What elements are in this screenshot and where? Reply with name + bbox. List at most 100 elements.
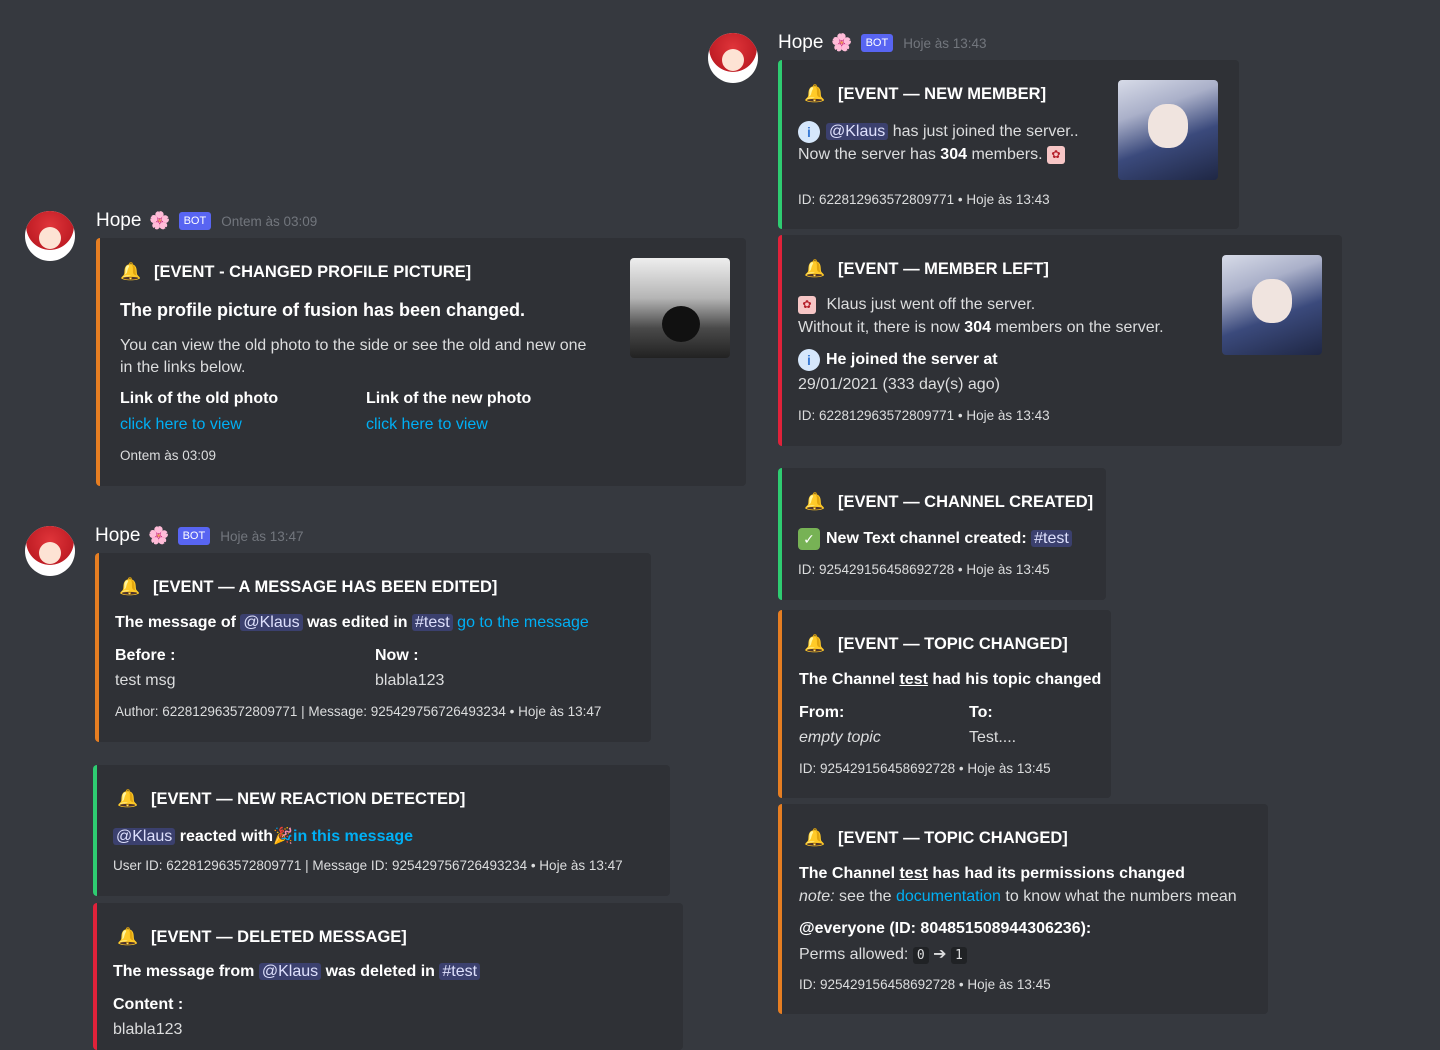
embed-line: The message from @Klaus was deleted in #… <box>113 963 481 981</box>
embed-line: @Klaus reacted with🎉in this message <box>113 826 413 846</box>
embed-title: 🔔 [EVENT — A MESSAGE HAS BEEN EDITED] <box>119 577 498 596</box>
username[interactable]: Hope <box>95 525 140 547</box>
field-name: To: <box>969 704 993 721</box>
bell-icon: 🔔 <box>119 577 141 596</box>
member-icon: ✿ <box>1047 146 1066 164</box>
timestamp: Ontem às 03:09 <box>221 213 318 229</box>
embed-footer: Ontem às 03:09 <box>120 448 217 463</box>
channel-mention[interactable]: #test <box>1031 530 1072 548</box>
embed-deleted-message: 🔔 [EVENT — DELETED MESSAGE] The message f… <box>93 903 683 1050</box>
message-header: Hope 🌸 BOT Ontem às 03:09 <box>96 210 317 232</box>
embed-line: i @Klaus has just joined the server.. <box>798 121 1079 143</box>
embed-title: 🔔 [EVENT — NEW MEMBER] <box>804 84 1047 103</box>
timestamp: Hoje às 13:43 <box>903 35 987 51</box>
embed-message-edited: 🔔 [EVENT — A MESSAGE HAS BEEN EDITED] The… <box>95 553 651 742</box>
bot-badge: BOT <box>177 527 211 545</box>
embed-line: The Channel test had his topic changed <box>799 671 1102 688</box>
embed-title: 🔔 [EVENT — NEW REACTION DETECTED] <box>117 789 466 808</box>
username[interactable]: Hope <box>778 32 823 54</box>
field-value: blabla123 <box>375 672 445 689</box>
user-mention[interactable]: @Klaus <box>113 828 176 845</box>
field-value: test msg <box>115 672 176 689</box>
bot-avatar[interactable] <box>25 526 75 576</box>
message-header: Hope 🌸 BOT Hoje às 13:43 <box>778 32 987 54</box>
bell-icon: 🔔 <box>804 828 826 847</box>
embed-line: Now the server has 304 members. ✿ <box>798 146 1071 164</box>
user-mention[interactable]: @Klaus <box>240 614 303 631</box>
embed-title: 🔔 [EVENT - CHANGED PROFILE PICTURE] <box>120 262 472 281</box>
new-photo-link[interactable]: click here to view <box>366 416 488 434</box>
embed-footer: ID: 925429156458692728 • Hoje às 13:45 <box>799 977 1051 992</box>
field-name: i He joined the server at <box>798 349 998 371</box>
bell-icon: 🔔 <box>117 927 139 946</box>
field-name: Content : <box>113 996 184 1013</box>
embed-title: 🔔 [EVENT — TOPIC CHANGED] <box>804 634 1068 653</box>
field-name: From: <box>799 704 845 721</box>
embed-footer: User ID: 622812963572809771 | Message ID… <box>113 858 623 873</box>
embed-title: 🔔 [EVENT — DELETED MESSAGE] <box>117 927 407 946</box>
field-value: Test.... <box>969 729 1017 746</box>
username[interactable]: Hope <box>96 210 141 232</box>
flower-icon: 🌸 <box>149 211 171 230</box>
field-name: Link of the new photo <box>366 390 532 407</box>
embed-member-left: 🔔 [EVENT — MEMBER LEFT] ✿ Klaus just went… <box>778 235 1342 446</box>
embed-profile-picture: 🔔 [EVENT - CHANGED PROFILE PICTURE] The p… <box>96 238 746 486</box>
bell-icon: 🔔 <box>804 84 826 103</box>
field-value: Perms allowed: 0 ➔ 1 <box>799 944 967 964</box>
embed-title: 🔔 [EVENT — MEMBER LEFT] <box>804 259 1049 278</box>
flower-icon: 🌸 <box>148 526 170 545</box>
info-icon: i <box>798 121 820 143</box>
user-mention[interactable]: @Klaus <box>258 963 322 980</box>
embed-line: Without it, there is now 304 members on … <box>798 319 1164 336</box>
bell-icon: 🔔 <box>120 262 142 281</box>
embed-line: ✿ Klaus just went off the server. <box>798 296 1035 314</box>
field-name: Now : <box>375 647 419 664</box>
bot-badge: BOT <box>178 212 212 230</box>
bell-icon: 🔔 <box>804 634 826 653</box>
embed-permissions-changed: 🔔 [EVENT — TOPIC CHANGED] The Channel tes… <box>778 804 1268 1014</box>
embed-footer: Author: 622812963572809771 | Message: 92… <box>115 704 602 719</box>
field-value: 29/01/2021 (333 day(s) ago) <box>798 376 1000 393</box>
embed-topic-changed: 🔔 [EVENT — TOPIC CHANGED] The Channel tes… <box>778 610 1111 798</box>
message-header: Hope 🌸 BOT Hoje às 13:47 <box>95 525 304 547</box>
embed-footer: ID: 622812963572809771 • Hoje às 13:43 <box>798 408 1050 423</box>
user-thumbnail[interactable] <box>1222 255 1322 355</box>
flower-icon: 🌸 <box>831 33 853 52</box>
sad-icon: ✿ <box>798 296 816 314</box>
embed-title: 🔔 [EVENT — TOPIC CHANGED] <box>804 828 1068 847</box>
documentation-link[interactable]: documentation <box>896 888 1001 905</box>
old-photo-link[interactable]: click here to view <box>120 416 242 434</box>
bot-avatar[interactable] <box>25 211 75 261</box>
info-icon: i <box>798 349 820 371</box>
channel-mention[interactable]: #test <box>439 963 481 980</box>
embed-line: The Channel test has had its permissions… <box>799 865 1185 882</box>
old-photo-thumbnail[interactable] <box>630 258 730 358</box>
field-value: empty topic <box>799 729 881 746</box>
arrow-icon: ➔ <box>933 946 947 963</box>
bot-badge: BOT <box>860 34 894 52</box>
field-name: @everyone (ID: 804851508944306236): <box>799 920 1092 937</box>
user-thumbnail[interactable] <box>1118 80 1218 180</box>
embed-footer: ID: 925429156458692728 • Hoje às 13:45 <box>799 761 1051 776</box>
timestamp: Hoje às 13:47 <box>220 528 304 544</box>
embed-description: in the links below. <box>120 359 246 376</box>
channel-mention[interactable]: #test <box>412 614 453 631</box>
user-mention[interactable]: @Klaus <box>826 123 889 141</box>
message-link[interactable]: go to the message <box>457 614 589 631</box>
bell-icon: 🔔 <box>804 492 826 511</box>
embed-new-reaction: 🔔 [EVENT — NEW REACTION DETECTED] @Klaus … <box>93 765 670 896</box>
embed-line: ✓ New Text channel created: #test <box>798 528 1072 550</box>
embed-description: You can view the old photo to the side o… <box>120 337 587 354</box>
field-name: Link of the old photo <box>120 390 279 407</box>
embed-title: 🔔 [EVENT — CHANNEL CREATED] <box>804 492 1094 511</box>
field-value: blabla123 <box>113 1021 183 1038</box>
bot-avatar[interactable] <box>708 33 758 83</box>
field-name: Before : <box>115 647 176 664</box>
message-link[interactable]: in this message <box>293 828 413 845</box>
embed-line: note: see the documentation to know what… <box>799 888 1237 905</box>
bell-icon: 🔔 <box>804 259 826 278</box>
embed-footer: ID: 925429156458692728 • Hoje às 13:45 <box>798 562 1050 577</box>
embed-headline: The profile picture of fusion has been c… <box>120 300 526 320</box>
party-icon: 🎉 <box>273 828 293 845</box>
check-icon: ✓ <box>798 528 820 550</box>
